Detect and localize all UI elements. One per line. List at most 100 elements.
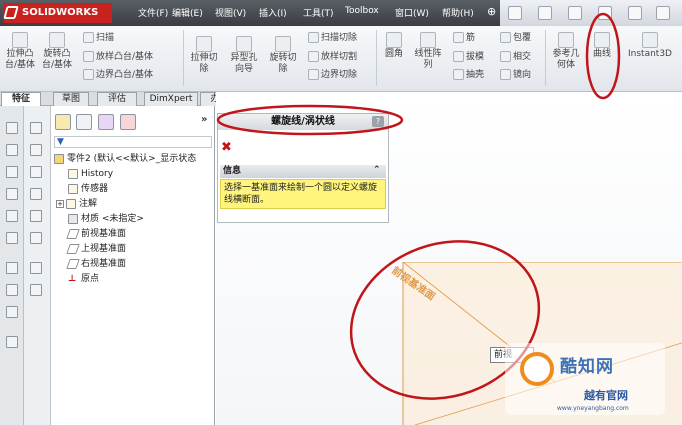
tool-icon[interactable] [30,166,42,178]
new-document-icon[interactable] [508,6,522,20]
tree-item-label: 原点 [81,274,100,284]
lofted-cut-button[interactable]: 放样切割 [308,49,357,62]
boundary-cut-button[interactable]: 边界切除 [308,67,357,80]
sweep-button[interactable]: 扫描 [83,30,114,43]
mirror-icon [500,69,511,80]
view-icon[interactable] [6,188,18,200]
material-icon [68,213,78,224]
tab-dimxpert[interactable]: DimXpert [144,92,198,106]
menu-edit[interactable]: 编辑(E) [172,6,203,19]
shell-label: 抽壳 [466,70,485,80]
menu-file[interactable]: 文件(F) [138,6,168,19]
tree-item-annotations[interactable]: + 注解 [56,198,97,210]
instant3d-button[interactable]: Instant3D [622,32,678,60]
tree-item-material[interactable]: 材质 <未指定> [68,213,144,225]
view-icon[interactable] [6,144,18,156]
extrude-cut-button[interactable]: 拉伸切 除 [187,36,221,75]
tree-item-top-plane[interactable]: 上视基准面 [66,243,126,255]
menu-window[interactable]: 窗口(W) [395,6,429,19]
cancel-icon[interactable]: ✖ [221,140,232,155]
part-icon [54,153,64,164]
expand-panel-icon[interactable]: » [201,114,207,125]
tool-icon[interactable] [30,262,42,274]
appearance-tab-icon[interactable] [120,114,136,130]
wrap-button[interactable]: 包覆 [500,30,531,43]
shell-button[interactable]: 抽壳 [453,67,484,80]
menu-insert[interactable]: 插入(I) [259,6,287,19]
tree-root[interactable]: 零件2 (默认<<默认>_显示状态 [54,153,196,165]
property-manager-tab-icon[interactable] [76,114,92,130]
draft-icon [453,51,464,62]
plane-icon [66,258,80,269]
hole-wizard-button[interactable]: 异型孔 向导 [226,36,262,75]
watermark-title: 酷知网 [560,357,614,377]
swept-cut-button[interactable]: 扫描切除 [308,30,357,43]
view-icon[interactable] [6,122,18,134]
loft-boss-label: 放样凸台/基体 [96,52,154,62]
boundary-icon [83,69,94,80]
tree-item-history[interactable]: History [68,168,113,180]
lofted-cut-icon [308,51,319,62]
revolve-boss-label: 旋转凸 台/基体 [41,49,73,70]
curves-label: 曲线 [592,49,611,59]
info-section-header[interactable]: 信息 [220,165,386,178]
menu-tools[interactable]: 工具(T) [303,6,334,19]
linear-pattern-button[interactable]: 线性阵 列 [411,32,445,71]
tab-evaluate[interactable]: 评估 [97,92,137,106]
instant3d-icon [642,32,658,48]
quick-access-toolbar [500,0,682,26]
open-folder-icon[interactable] [538,6,552,20]
mirror-button[interactable]: 镜向 [500,67,531,80]
revolve-cut-button[interactable]: 旋转切 除 [266,36,300,75]
tree-item-label: 右视基准面 [81,259,127,269]
tree-item-sensors[interactable]: 传感器 [68,183,108,195]
tool-icon[interactable] [30,188,42,200]
intersect-button[interactable]: 相交 [500,49,531,62]
config-manager-tab-icon[interactable] [98,114,114,130]
ribbon-separator [376,30,377,86]
undo-icon[interactable] [628,6,642,20]
ribbon-separator [545,30,546,86]
tree-item-right-plane[interactable]: 右视基准面 [66,258,127,270]
fillet-button[interactable]: 圆角 [379,32,409,60]
tab-sketch[interactable]: 草图 [53,92,89,106]
collapse-chevron-icon[interactable]: ⌃ [373,165,381,175]
menu-toolbox[interactable]: Toolbox [345,6,379,16]
filter-input[interactable]: ▼ [54,136,212,148]
menu-view[interactable]: 视图(V) [215,6,246,19]
boundary-boss-button[interactable]: 边界凸台/基体 [83,67,153,80]
pin-icon[interactable]: ⊕ [487,5,496,18]
tree-item-front-plane[interactable]: 前视基准面 [66,228,126,240]
menu-help[interactable]: 帮助(H) [442,6,474,19]
curve-icon [594,32,610,48]
draft-button[interactable]: 拔模 [453,49,484,62]
loft-boss-button[interactable]: 放样凸台/基体 [83,49,153,62]
tool-icon[interactable] [30,284,42,296]
tool-icon[interactable] [6,336,18,348]
view-icon[interactable] [6,210,18,222]
tool-icon[interactable] [30,210,42,222]
save-icon[interactable] [568,6,582,20]
print-icon[interactable] [598,6,612,20]
extrude-cut-label: 拉伸切 除 [190,53,218,74]
feature-tree-tab-icon[interactable] [55,114,71,130]
view-icon[interactable] [6,232,18,244]
tab-features[interactable]: 特征 [1,92,41,106]
sketch-line-icon[interactable] [6,284,18,296]
rib-button[interactable]: 筋 [453,30,475,43]
help-icon[interactable]: ? [372,116,384,127]
sketch-line-icon[interactable] [6,306,18,318]
expand-icon[interactable]: + [56,200,64,208]
select-arrow-icon[interactable] [656,6,670,20]
sketch-line-icon[interactable] [6,262,18,274]
sensor-icon [68,183,78,194]
tree-item-origin[interactable]: ⊥ 原点 [68,273,99,285]
tool-icon[interactable] [30,232,42,244]
extrude-boss-button[interactable]: 拉伸凸 台/基体 [3,32,37,71]
tool-icon[interactable] [30,122,42,134]
reference-geometry-button[interactable]: 参考几 何体 [549,32,583,71]
tool-icon[interactable] [30,144,42,156]
revolve-boss-button[interactable]: 旋转凸 台/基体 [40,32,74,71]
view-icon[interactable] [6,166,18,178]
curves-button[interactable]: 曲线 [589,32,615,60]
